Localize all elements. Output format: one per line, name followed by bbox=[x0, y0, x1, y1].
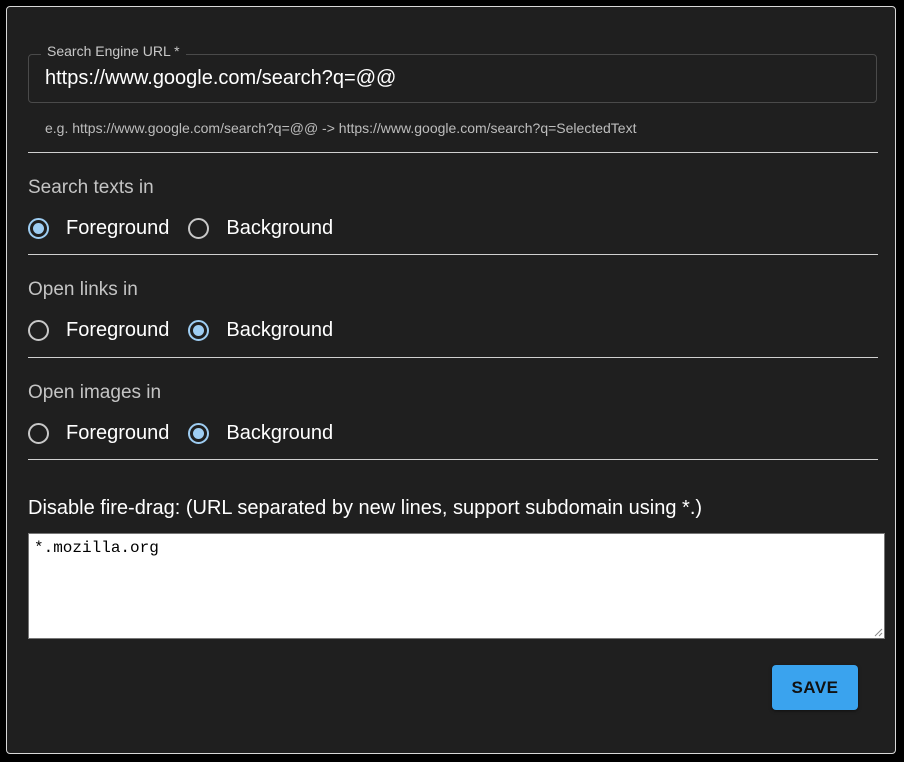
open-links-background-option[interactable]: Background bbox=[188, 316, 333, 344]
disable-fire-drag-label: Disable fire-drag: (URL separated by new… bbox=[28, 497, 703, 519]
search-engine-url-input[interactable] bbox=[45, 55, 865, 102]
open-links-title: Open links in bbox=[28, 279, 138, 300]
open-links-foreground-option[interactable]: Foreground bbox=[28, 316, 169, 344]
open-images-background-option[interactable]: Background bbox=[188, 419, 333, 447]
open-links-radio-group: Foreground Background bbox=[28, 316, 333, 344]
search-engine-helper-text: e.g. https://www.google.com/search?q=@@ … bbox=[45, 120, 637, 136]
open-images-foreground-option[interactable]: Foreground bbox=[28, 419, 169, 447]
resize-grip-icon[interactable] bbox=[873, 627, 883, 637]
radio-label: Foreground bbox=[66, 319, 170, 341]
disable-fire-drag-textarea[interactable]: *.mozilla.org bbox=[28, 533, 885, 639]
radio-button[interactable] bbox=[28, 422, 49, 444]
radio-label: Background bbox=[226, 217, 334, 239]
radio-button[interactable] bbox=[28, 217, 49, 239]
radio-label: Foreground bbox=[66, 422, 170, 444]
radio-button[interactable] bbox=[188, 217, 210, 239]
radio-button[interactable] bbox=[28, 319, 49, 341]
divider bbox=[28, 254, 878, 255]
search-texts-radio-group: Foreground Background bbox=[28, 214, 333, 242]
radio-button[interactable] bbox=[188, 319, 210, 341]
radio-dot bbox=[193, 324, 205, 336]
radio-label: Background bbox=[226, 422, 334, 444]
save-button[interactable]: SAVE bbox=[772, 665, 858, 710]
options-panel: Search Engine URL * e.g. https://www.goo… bbox=[6, 6, 896, 754]
open-images-title: Open images in bbox=[28, 382, 162, 403]
divider bbox=[28, 152, 878, 153]
radio-button[interactable] bbox=[188, 422, 210, 444]
radio-dot bbox=[193, 427, 205, 439]
search-texts-foreground-option[interactable]: Foreground bbox=[28, 214, 169, 242]
search-texts-background-option[interactable]: Background bbox=[188, 214, 333, 242]
radio-dot bbox=[33, 222, 44, 234]
divider bbox=[28, 357, 878, 358]
radio-label: Foreground bbox=[66, 217, 170, 239]
search-texts-title: Search texts in bbox=[28, 177, 154, 198]
radio-label: Background bbox=[226, 319, 334, 341]
search-engine-url-field[interactable]: Search Engine URL * bbox=[28, 42, 877, 103]
open-images-radio-group: Foreground Background bbox=[28, 419, 333, 447]
divider bbox=[28, 459, 878, 460]
